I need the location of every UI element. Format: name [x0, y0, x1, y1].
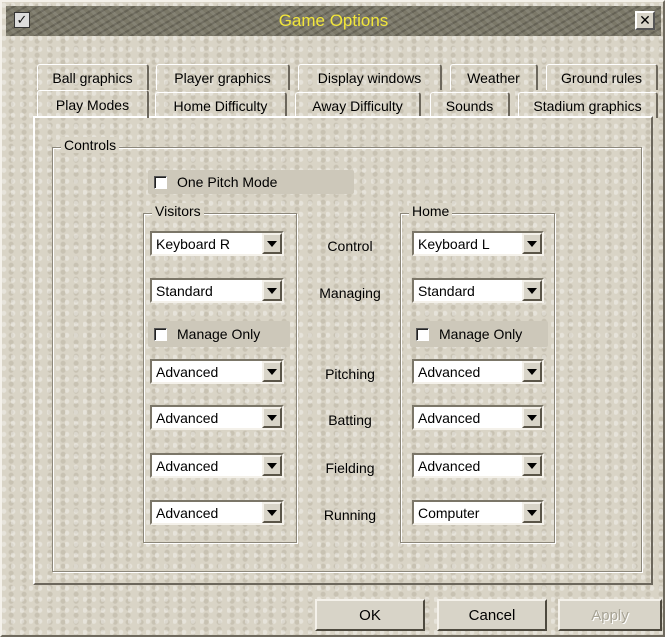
- fielding-row-label: Fielding: [325, 460, 375, 476]
- system-menu-icon[interactable]: ✓: [14, 12, 30, 28]
- pitching-row-label: Pitching: [325, 366, 375, 382]
- visitors-fielding-select[interactable]: Advanced: [150, 453, 284, 478]
- visitors-running-value: Advanced: [156, 505, 219, 521]
- home-batting-select[interactable]: Advanced: [412, 405, 544, 430]
- home-pitching-select[interactable]: Advanced: [412, 359, 544, 384]
- close-button[interactable]: ✕: [635, 11, 655, 30]
- home-control-select[interactable]: Keyboard L: [412, 231, 544, 256]
- tab-ground-rules[interactable]: Ground rules: [546, 64, 658, 90]
- tab-display-windows[interactable]: Display windows: [298, 64, 442, 90]
- tab-play-modes[interactable]: Play Modes: [37, 90, 149, 118]
- one-pitch-mode-checkbox[interactable]: [154, 176, 167, 189]
- home-manage-only-checkbox[interactable]: [416, 328, 429, 341]
- home-control-value: Keyboard L: [418, 236, 490, 252]
- visitors-manage-only-label[interactable]: Manage Only: [177, 326, 260, 342]
- home-pitching-value: Advanced: [418, 364, 481, 380]
- tab-home-difficulty[interactable]: Home Difficulty: [155, 92, 287, 118]
- chevron-down-icon[interactable]: [522, 280, 542, 301]
- visitors-control-select[interactable]: Keyboard R: [150, 231, 284, 256]
- batting-row-label: Batting: [328, 412, 372, 428]
- visitors-pitching-value: Advanced: [156, 364, 219, 380]
- home-group-label: Home: [409, 203, 453, 219]
- chevron-down-icon[interactable]: [262, 233, 282, 254]
- home-fielding-value: Advanced: [418, 458, 481, 474]
- one-pitch-mode-label[interactable]: One Pitch Mode: [177, 174, 277, 190]
- visitors-managing-select[interactable]: Standard: [150, 278, 284, 303]
- game-options-dialog: ✓ Game Options ✕ Ball graphics Player gr…: [0, 0, 665, 637]
- running-row-label: Running: [323, 507, 377, 523]
- title-bar[interactable]: ✓ Game Options ✕: [6, 6, 661, 36]
- visitors-batting-select[interactable]: Advanced: [150, 405, 284, 430]
- chevron-down-icon[interactable]: [262, 455, 282, 476]
- visitors-group-label: Visitors: [152, 203, 204, 219]
- visitors-control-value: Keyboard R: [156, 236, 230, 252]
- window-title: Game Options: [278, 11, 389, 30]
- home-batting-value: Advanced: [418, 410, 481, 426]
- chevron-down-icon[interactable]: [522, 361, 542, 382]
- chevron-down-icon[interactable]: [522, 233, 542, 254]
- tab-weather[interactable]: Weather: [450, 64, 538, 90]
- tab-player-graphics[interactable]: Player graphics: [156, 64, 290, 90]
- chevron-down-icon[interactable]: [262, 361, 282, 382]
- tab-away-difficulty[interactable]: Away Difficulty: [295, 92, 421, 118]
- home-fielding-select[interactable]: Advanced: [412, 453, 544, 478]
- chevron-down-icon[interactable]: [262, 280, 282, 301]
- home-managing-value: Standard: [418, 283, 475, 299]
- tab-sounds[interactable]: Sounds: [430, 92, 510, 118]
- tab-stadium-graphics[interactable]: Stadium graphics: [518, 92, 658, 118]
- home-running-select[interactable]: Computer: [412, 500, 544, 525]
- visitors-batting-value: Advanced: [156, 410, 219, 426]
- visitors-manage-only-checkbox[interactable]: [154, 328, 167, 341]
- chevron-down-icon[interactable]: [522, 455, 542, 476]
- visitors-running-select[interactable]: Advanced: [150, 500, 284, 525]
- visitors-managing-value: Standard: [156, 283, 213, 299]
- managing-row-label: Managing: [319, 285, 381, 301]
- apply-button[interactable]: Apply: [558, 599, 662, 631]
- home-manage-only-label[interactable]: Manage Only: [439, 326, 522, 342]
- chevron-down-icon[interactable]: [522, 502, 542, 523]
- visitors-pitching-select[interactable]: Advanced: [150, 359, 284, 384]
- control-row-label: Control: [327, 238, 373, 254]
- ok-button[interactable]: OK: [315, 599, 425, 631]
- chevron-down-icon[interactable]: [522, 407, 542, 428]
- visitors-fielding-value: Advanced: [156, 458, 219, 474]
- home-running-value: Computer: [418, 505, 480, 521]
- chevron-down-icon[interactable]: [262, 407, 282, 428]
- controls-group-label: Controls: [61, 137, 120, 153]
- chevron-down-icon[interactable]: [262, 502, 282, 523]
- tab-ball-graphics[interactable]: Ball graphics: [37, 64, 149, 90]
- cancel-button[interactable]: Cancel: [437, 599, 547, 631]
- close-icon: ✕: [639, 12, 651, 28]
- home-managing-select[interactable]: Standard: [412, 278, 544, 303]
